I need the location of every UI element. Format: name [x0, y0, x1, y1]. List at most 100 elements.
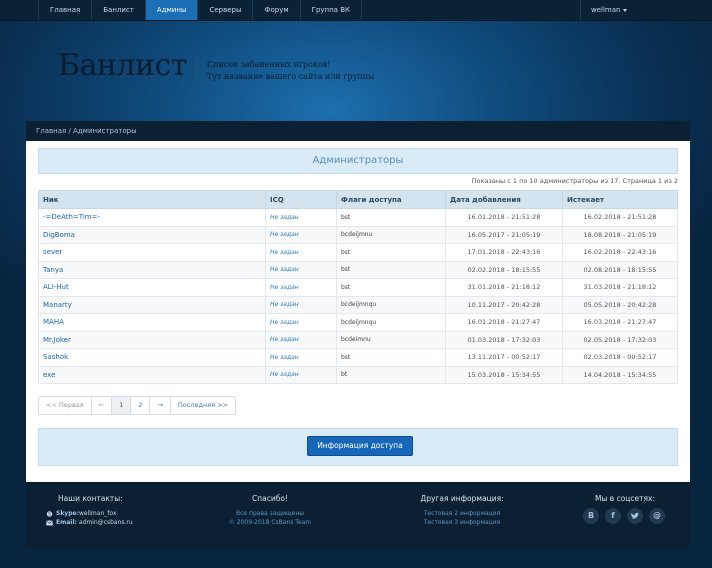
footer-other: Другая информация: Тестовая 2 информация… [398, 494, 526, 527]
pager-info: Показаны с 1 по 10 администраторы из 17.… [471, 177, 678, 185]
table-row[interactable]: ALI-Hut Не задан bst 31.01.2018 - 21:18:… [38, 278, 678, 297]
admin-expires: 02.05.2018 - 17:32:03 [562, 330, 678, 349]
admin-flags: bt [336, 365, 446, 384]
social-links: B f @ [583, 508, 665, 524]
column-header-icq[interactable]: ICQ [265, 190, 337, 209]
footer-copyright-year[interactable]: © 2009-2018 CsBans Team [206, 518, 334, 527]
admin-expires: 16.03.2018 - 21:27:47 [562, 313, 678, 332]
admin-icq: Не задан [265, 365, 337, 384]
footer-info-link-3[interactable]: Тестовая 3 информация [398, 518, 526, 527]
nav-item-banlist[interactable]: Банлист [91, 0, 145, 20]
admin-added: 17.01.2018 - 22:43:16 [445, 243, 563, 262]
admin-flags: bst [336, 208, 446, 227]
column-header-expires[interactable]: Истекает [562, 190, 678, 209]
table-row[interactable]: Manarty Не задан bcdeijmnqu 10.11.2017 -… [38, 295, 678, 314]
table-row[interactable]: -=DeAth=Tim=- Не задан bst 16.01.2018 - … [38, 208, 678, 227]
column-header-nick[interactable]: Ник [38, 190, 266, 209]
table-row[interactable]: sever Не задан bst 17.01.2018 - 22:43:16… [38, 243, 678, 262]
admin-added: 02.02.2018 - 18:15:55 [445, 260, 563, 279]
footer-other-title: Другая информация: [420, 494, 504, 503]
user-menu[interactable]: wellman [580, 0, 628, 20]
admin-icq: Не задан [265, 208, 337, 227]
site-description-line1: Список забаненных игроков! [207, 60, 331, 69]
header-divider [196, 58, 197, 84]
admin-flags: bst [336, 243, 446, 262]
admin-flags: bst [336, 348, 446, 367]
column-header-added[interactable]: Дата добавления [445, 190, 563, 209]
nav-item-vk-group[interactable]: Группа ВК [299, 0, 362, 20]
admin-nick[interactable]: exe [38, 365, 266, 384]
next-page-button[interactable]: → [150, 397, 171, 414]
admin-nick[interactable]: DigBoma [38, 225, 266, 244]
first-page-button[interactable]: << Первая [39, 397, 92, 414]
admin-nick[interactable]: Manarty [38, 295, 266, 314]
table-row[interactable]: Mr.Joker Не задан bcdeimnu 01.03.2018 - … [38, 330, 678, 349]
main-content: Администраторы Показаны с 1 по 10 админи… [26, 141, 690, 482]
nav-item-home[interactable]: Главная [38, 0, 91, 20]
admin-added: 13.11.2017 - 00:52:17 [445, 348, 563, 367]
admin-added: 16.05.2017 - 21:05:19 [445, 225, 563, 244]
table-row[interactable]: exe Не задан bt 15.03.2018 - 15:34:55 14… [38, 365, 678, 384]
admin-icq: Не задан [265, 225, 337, 244]
admin-expires: 14.04.2018 - 15:34:55 [562, 365, 678, 384]
pagination: << Первая ← 1 2 → Последняя >> [38, 396, 237, 415]
footer-thanks-title: Спасибо! [252, 494, 288, 503]
admin-expires: 18.08.2018 - 21:05:19 [562, 225, 678, 244]
admin-nick[interactable]: MAHA [38, 313, 266, 332]
admin-icq: Не задан [265, 278, 337, 297]
admins-table: Ник ICQ Флаги доступа Дата добавления Ис… [38, 190, 678, 384]
admin-nick[interactable]: Mr.Joker [38, 330, 266, 349]
facebook-icon[interactable]: f [605, 508, 621, 524]
footer-social-title: Мы в соцсетях: [595, 494, 655, 503]
table-row[interactable]: Tanya Не задан bst 02.02.2018 - 18:15:55… [38, 260, 678, 279]
site-title: Банлист [58, 48, 187, 83]
vk-icon[interactable]: B [583, 508, 599, 524]
footer: Наши контакты: S Skype:wellman_fox Email:… [26, 482, 690, 548]
admin-added: 16.01.2018 - 21:27:47 [445, 313, 563, 332]
prev-page-button[interactable]: ← [92, 397, 113, 414]
admin-nick[interactable]: -=DeAth=Tim=- [38, 208, 266, 227]
admin-nick[interactable]: Sashok [38, 348, 266, 367]
nav-item-forum[interactable]: Форум [252, 0, 299, 20]
admin-flags: bcdeijmnqu [336, 295, 446, 314]
admin-icq: Не задан [265, 295, 337, 314]
email-contact[interactable]: Email: admin@csbans.ru [46, 518, 154, 527]
page-title: Администраторы [38, 148, 678, 174]
admin-added: 16.01.2018 - 21:51:28 [445, 208, 563, 227]
admin-expires: 02.08.2018 - 18:15:55 [562, 260, 678, 279]
email-icon[interactable]: @ [649, 508, 665, 524]
column-header-flags[interactable]: Флаги доступа [336, 190, 446, 209]
admin-flags: bcdeijmnu [336, 225, 446, 244]
skype-contact[interactable]: S Skype:wellman_fox [46, 509, 154, 518]
admin-expires: 16.02.2018 - 21:51:28 [562, 208, 678, 227]
admin-expires: 16.02.2018 - 22:43:16 [562, 243, 678, 262]
footer-info-link-2[interactable]: Тестовая 2 информация [398, 509, 526, 518]
table-row[interactable]: DigBoma Не задан bcdeijmnu 16.05.2017 - … [38, 225, 678, 244]
table-row[interactable]: MAHA Не задан bcdeijmnqu 16.01.2018 - 21… [38, 313, 678, 332]
nav-item-admins[interactable]: Админы [144, 0, 198, 20]
footer-contacts-title: Наши контакты: [58, 494, 123, 503]
nav-item-servers[interactable]: Серверы [197, 0, 252, 20]
admin-icq: Не задан [265, 243, 337, 262]
svg-text:S: S [48, 511, 51, 516]
chevron-down-icon [623, 8, 628, 12]
admin-flags: bst [336, 278, 446, 297]
top-navbar: Главная Банлист Админы Серверы Форум Гру… [0, 0, 712, 21]
page-2-button[interactable]: 2 [131, 397, 151, 414]
admin-expires: 05.05.2018 - 20:42:28 [562, 295, 678, 314]
admin-expires: 02.03.2018 - 00:52:17 [562, 348, 678, 367]
table-row[interactable]: Sashok Не задан bst 13.11.2017 - 00:52:1… [38, 348, 678, 367]
admin-nick[interactable]: Tanya [38, 260, 266, 279]
admin-added: 10.11.2017 - 20:42:28 [445, 295, 563, 314]
admin-nick[interactable]: ALI-Hut [38, 278, 266, 297]
action-panel: Информация доступа [38, 428, 678, 466]
last-page-button[interactable]: Последняя >> [171, 397, 235, 414]
site-description-line2: Тут название вашего сайта или группы [207, 72, 375, 81]
admin-flags: bst [336, 260, 446, 279]
breadcrumb[interactable]: Главная / Администраторы [26, 121, 690, 141]
twitter-icon[interactable] [627, 508, 643, 524]
page-1-button[interactable]: 1 [112, 397, 132, 414]
access-info-button[interactable]: Информация доступа [307, 436, 413, 456]
footer-copyright[interactable]: Все права защищены [206, 509, 334, 518]
admin-nick[interactable]: sever [38, 243, 266, 262]
